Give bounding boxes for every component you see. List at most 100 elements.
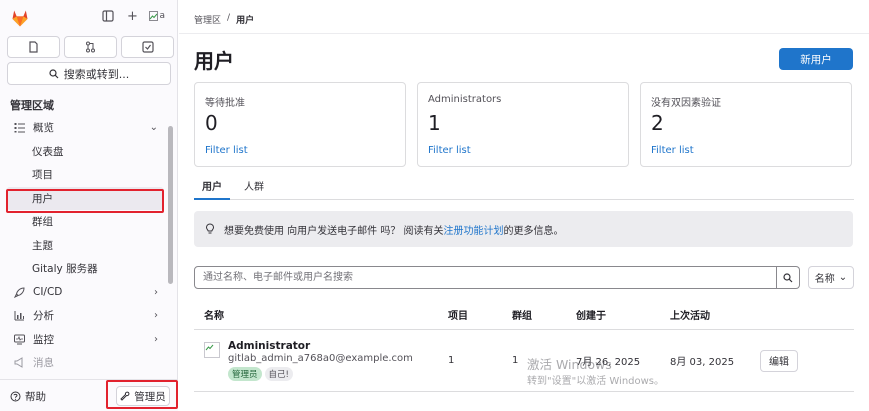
admin-area-title: 管理区域 bbox=[10, 99, 54, 112]
alert-text: 想要免费使用 向用户发送电子邮件 吗？ 阅读有关注册功能计划的更多信息。 bbox=[224, 222, 564, 237]
watermark-line1: 激活 Windows bbox=[527, 357, 612, 372]
stat-card-title: 等待批准 bbox=[205, 98, 245, 109]
user-tabs: 用户 人群 bbox=[194, 170, 854, 200]
stat-card-value: 2 bbox=[651, 111, 664, 135]
user-last-activity: 8月 03, 2025 bbox=[670, 357, 735, 368]
search-icon bbox=[49, 68, 59, 78]
header-projects: 项目 bbox=[448, 311, 468, 322]
user-projects-count: 1 bbox=[448, 355, 455, 366]
user-badges: 管理员 自己! bbox=[228, 367, 413, 381]
filter-list-link[interactable]: Filter list bbox=[428, 145, 471, 156]
todo-check-icon bbox=[141, 41, 154, 53]
watermark-line2: 转到"设置"以激活 Windows。 bbox=[527, 376, 665, 387]
monitor-icon bbox=[12, 334, 26, 345]
todos-button[interactable] bbox=[121, 36, 174, 58]
filter-list-link[interactable]: Filter list bbox=[205, 145, 248, 156]
issues-button[interactable] bbox=[7, 36, 60, 58]
user-cell: Administrator gitlab_admin_a768a0@exampl… bbox=[194, 340, 448, 381]
header-last-activity: 上次活动 bbox=[670, 311, 710, 322]
stat-card-pending-approval: 等待批准 0 Filter list bbox=[194, 82, 406, 167]
nav-cicd-label: CI/CD bbox=[33, 286, 63, 299]
nav-dashboard-label: 仪表盘 bbox=[32, 145, 64, 158]
nav-analytics[interactable]: 分析 › bbox=[0, 304, 170, 328]
sidebar-quick-buttons bbox=[7, 36, 174, 58]
edit-user-button[interactable]: 编辑 bbox=[760, 349, 798, 372]
chevron-right-icon: › bbox=[154, 310, 158, 322]
create-new-icon[interactable]: + bbox=[125, 9, 139, 24]
gitlab-logo-icon[interactable] bbox=[10, 8, 30, 28]
chevron-right-icon: › bbox=[154, 333, 158, 345]
sidebar-scrollbar[interactable] bbox=[168, 126, 173, 284]
user-avatar[interactable]: a bbox=[149, 11, 165, 21]
header-divider bbox=[179, 33, 869, 34]
nav-monitoring[interactable]: 监控 › bbox=[0, 328, 170, 352]
issues-icon bbox=[29, 41, 38, 53]
breadcrumb-current[interactable]: 用户 bbox=[236, 13, 254, 26]
nav-topics[interactable]: 主题 bbox=[0, 234, 170, 258]
nav-projects[interactable]: 项目 bbox=[0, 163, 170, 187]
chevron-down-icon: ⌄ bbox=[149, 122, 158, 134]
stat-card-title: 没有双因素验证 bbox=[651, 98, 721, 109]
search-button-label: 搜索或转到... bbox=[63, 67, 130, 81]
header-groups: 群组 bbox=[512, 311, 532, 322]
sort-label: 名称 bbox=[814, 274, 835, 285]
user-search-input[interactable] bbox=[194, 266, 777, 289]
search-icon bbox=[783, 272, 793, 282]
search-or-goto-button[interactable]: 搜索或转到... bbox=[7, 62, 171, 85]
nav-monitoring-label: 监控 bbox=[33, 333, 54, 346]
chevron-down-icon: ⌄ bbox=[838, 272, 848, 283]
stat-card-administrators: Administrators 1 Filter list bbox=[417, 82, 629, 167]
nav-overview-label: 概览 bbox=[33, 122, 54, 135]
sort-dropdown[interactable]: 名称 ⌄ bbox=[808, 266, 854, 289]
search-submit-button[interactable] bbox=[777, 266, 800, 289]
users-table: 名称 项目 群组 创建于 上次活动 Administrator gitlab_a… bbox=[194, 300, 854, 392]
help-label: 帮助 bbox=[25, 391, 46, 403]
nav-groups[interactable]: 群组 bbox=[0, 210, 170, 234]
user-search-row: 名称 ⌄ bbox=[194, 266, 854, 289]
registration-features-link[interactable]: 注册功能计划 bbox=[444, 226, 504, 237]
stats-cards: 等待批准 0 Filter list Administrators 1 Filt… bbox=[194, 82, 852, 167]
sidebar-nav: 概览 ⌄ 仪表盘 项目 用户 群组 主题 Gitaly 服务器 CI/CD › … bbox=[0, 116, 170, 375]
stat-card-title: Administrators bbox=[428, 94, 502, 105]
help-button[interactable]: 帮助 bbox=[10, 389, 46, 404]
main-content: 管理区 / 用户 用户 新用户 等待批准 0 Filter list Admin… bbox=[179, 0, 869, 411]
sidebar: + a 搜索或转到... 管理区域 概览 ⌄ 仪表盘 项目 用户 群组 主题 G… bbox=[0, 0, 178, 411]
nav-projects-label: 项目 bbox=[32, 169, 53, 182]
tab-users[interactable]: 用户 bbox=[194, 170, 230, 200]
table-header: 名称 项目 群组 创建于 上次活动 bbox=[194, 300, 854, 330]
table-row: Administrator gitlab_admin_a768a0@exampl… bbox=[194, 330, 854, 392]
user-avatar-image[interactable] bbox=[204, 342, 220, 358]
row-actions: 编辑 bbox=[760, 349, 854, 372]
breadcrumb-separator: / bbox=[227, 13, 231, 23]
rocket-icon bbox=[12, 287, 26, 298]
tab-cohorts[interactable]: 人群 bbox=[236, 170, 272, 200]
new-user-button[interactable]: 新用户 bbox=[779, 48, 853, 70]
nav-topics-label: 主题 bbox=[32, 239, 53, 252]
user-email: gitlab_admin_a768a0@example.com bbox=[228, 353, 413, 364]
user-name-link[interactable]: Administrator bbox=[228, 340, 413, 352]
page-title: 用户 bbox=[194, 49, 234, 73]
merge-requests-button[interactable] bbox=[64, 36, 117, 58]
self-badge: 自己! bbox=[264, 367, 293, 381]
breadcrumb-root[interactable]: 管理区 bbox=[194, 13, 221, 26]
filter-list-link[interactable]: Filter list bbox=[651, 145, 694, 156]
header-created: 创建于 bbox=[576, 311, 606, 322]
admin-highlight-box bbox=[106, 380, 178, 409]
collapse-sidebar-icon[interactable] bbox=[101, 9, 115, 23]
avatar-alt-text: a bbox=[159, 11, 165, 21]
help-icon bbox=[10, 391, 21, 402]
stat-card-value: 1 bbox=[428, 111, 441, 135]
nav-gitaly-servers[interactable]: Gitaly 服务器 bbox=[0, 257, 170, 281]
stat-card-value: 0 bbox=[205, 111, 218, 135]
admin-badge: 管理员 bbox=[228, 367, 262, 381]
nav-cicd[interactable]: CI/CD › bbox=[0, 281, 170, 305]
stat-card-no-2fa: 没有双因素验证 2 Filter list bbox=[640, 82, 852, 167]
nav-dashboard[interactable]: 仪表盘 bbox=[0, 140, 170, 164]
chevron-right-icon: › bbox=[154, 286, 158, 298]
windows-activation-watermark: 激活 Windows 转到"设置"以激活 Windows。 bbox=[527, 356, 664, 390]
nav-groups-label: 群组 bbox=[32, 216, 53, 229]
nav-messages-label: 消息 bbox=[33, 357, 54, 370]
nav-messages[interactable]: 消息 bbox=[0, 351, 170, 375]
nav-analytics-label: 分析 bbox=[33, 310, 54, 323]
nav-overview[interactable]: 概览 ⌄ bbox=[0, 116, 170, 140]
